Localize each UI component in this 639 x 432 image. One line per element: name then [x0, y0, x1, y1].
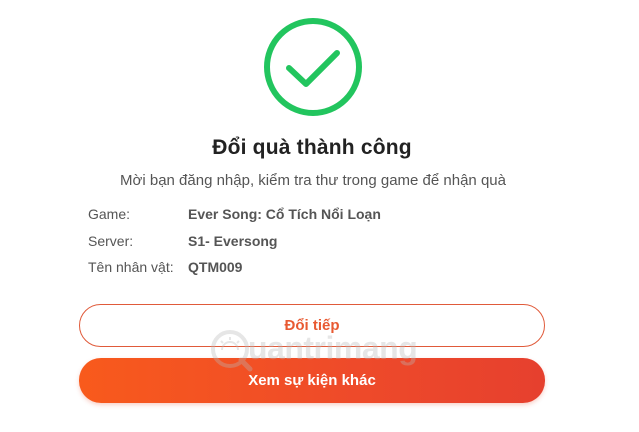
dialog-title: Đổi quà thành công — [212, 136, 412, 159]
view-other-events-button[interactable]: Xem sự kiện khác — [79, 358, 545, 403]
check-circle-icon — [264, 18, 362, 116]
server-value: S1- Eversong — [188, 233, 278, 249]
server-label: Server: — [88, 233, 134, 249]
character-label: Tên nhân vật: — [88, 259, 174, 275]
dialog-subtitle: Mời bạn đăng nhập, kiểm tra thư trong ga… — [120, 172, 506, 189]
success-dialog: Đổi quà thành công Mời bạn đăng nhập, ki… — [0, 0, 639, 432]
game-label: Game: — [88, 206, 131, 222]
continue-exchange-button[interactable]: Đổi tiếp — [79, 304, 545, 347]
character-value: QTM009 — [188, 259, 243, 275]
game-value: Ever Song: Cổ Tích Nổi Loạn — [188, 206, 381, 222]
